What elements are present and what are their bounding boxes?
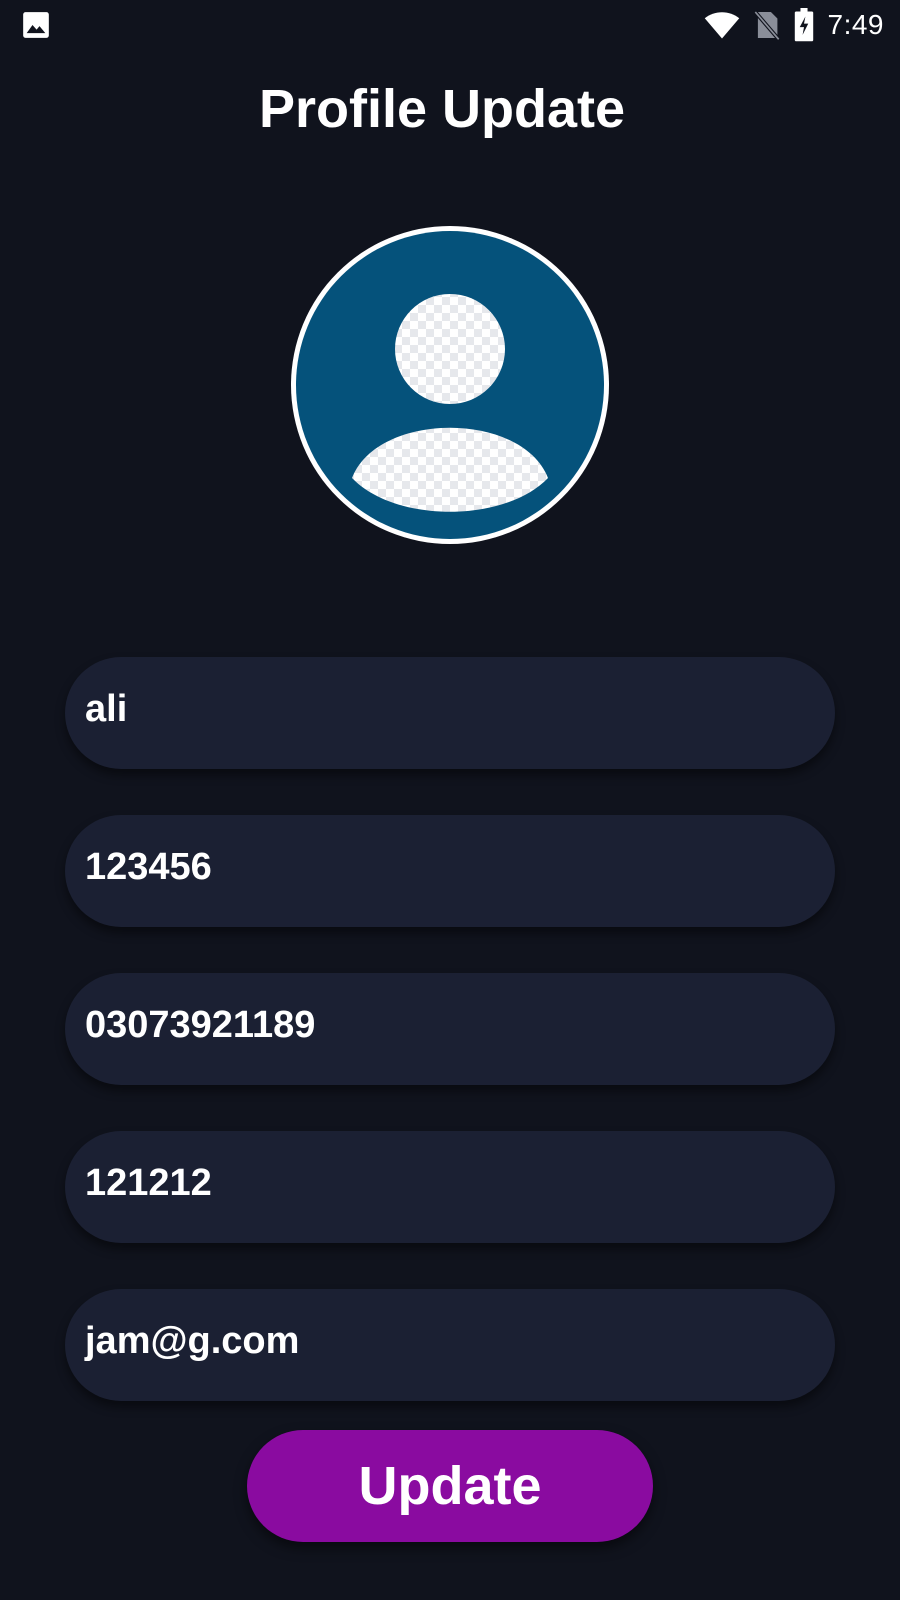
code-field-value: 121212 (85, 1161, 212, 1204)
wifi-icon (704, 12, 739, 39)
update-button-label: Update (358, 1456, 542, 1516)
password-field[interactable]: 123456 (65, 815, 835, 927)
status-bar: 7:49 (0, 0, 900, 50)
status-time: 7:49 (827, 9, 884, 40)
status-icons: 7:49 (704, 6, 885, 44)
profile-avatar[interactable] (290, 225, 610, 545)
no-sim-icon (753, 10, 780, 41)
email-field[interactable]: jam@g.com (65, 1289, 835, 1401)
update-button[interactable]: Update (247, 1430, 653, 1542)
phone-field[interactable]: 03073921189 (65, 973, 835, 1085)
page-title: Profile Update (258, 79, 626, 139)
image-icon (23, 12, 49, 38)
phone-field-value: 03073921189 (85, 1003, 316, 1046)
email-field-value: jam@g.com (85, 1319, 300, 1362)
name-field[interactable]: ali (65, 657, 835, 769)
name-field-value: ali (85, 687, 128, 730)
code-field[interactable]: 121212 (65, 1131, 835, 1243)
battery-charging-icon (794, 8, 813, 42)
password-field-value: 123456 (85, 845, 212, 888)
